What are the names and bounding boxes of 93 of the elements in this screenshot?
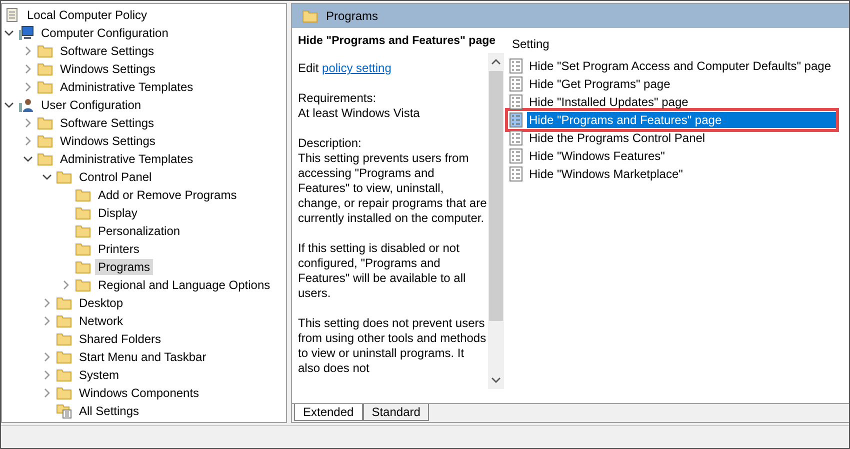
setting-icon [508,130,524,146]
collapse-chevron-icon[interactable] [23,154,33,164]
edit-label: Edit [298,61,319,75]
scroll-down-icon[interactable] [491,375,501,385]
tree-item[interactable]: Software Settings [57,43,158,59]
collapse-chevron-icon[interactable] [4,28,14,38]
expand-chevron-icon[interactable] [23,82,33,92]
tree-item[interactable]: Personalization [95,223,184,239]
setting-icon [508,94,524,110]
collapse-chevron-icon[interactable] [4,100,14,110]
folder-icon [75,277,91,293]
tree-item[interactable]: Computer Configuration [38,25,172,41]
folder-icon [75,205,91,221]
expand-chevron-icon[interactable] [23,136,33,146]
view-tab[interactable]: Standard [362,404,430,421]
policy-setting-link[interactable]: policy setting [322,61,392,75]
tree-item[interactable]: All Settings [76,403,142,419]
expand-chevron-icon[interactable] [42,316,52,326]
setting-icon [508,112,524,128]
description-paragraph: This setting prevents users from accessing "Programs and Features" to view, uninstall, change, or repair programs that are currently installed on the computer. [298,151,488,226]
setting-icon [508,148,524,164]
setting-item[interactable]: Hide "Windows Features" [527,148,849,164]
column-header[interactable]: Setting [508,34,849,57]
expand-chevron-icon[interactable] [23,118,33,128]
setting-item[interactable]: Hide "Windows Marketplace" [527,166,849,182]
tree-item[interactable]: Software Settings [57,115,158,131]
expand-chevron-icon[interactable] [23,64,33,74]
setting-icon [508,76,524,92]
folder-icon [37,61,53,77]
folder-icon [37,43,53,59]
expand-chevron-icon[interactable] [42,352,52,362]
tree-item[interactable]: Regional and Language Options [95,277,274,293]
description-paragraph: If this setting is disabled or not configured, "Programs and Features" will be available to all users. [298,241,467,301]
folder-icon [75,259,91,275]
folder-icon [37,79,53,95]
folder-icon [56,313,72,329]
description-paragraph: This setting does not prevent users from using other tools and methods to view or uninstall programs. It also does not [298,316,488,376]
tree-item[interactable]: Start Menu and Taskbar [76,349,210,365]
view-tab[interactable]: Extended [294,404,363,421]
scroll-icon [4,7,20,23]
user-icon [18,97,34,113]
folder-icon [75,223,91,239]
requirements-text: At least Windows Vista [298,106,421,121]
settings-list-icon [56,403,72,419]
folder-icon [37,151,53,167]
folder-icon [37,115,53,131]
tree-item[interactable]: Shared Folders [76,331,164,347]
tree-item[interactable]: Desktop [76,295,126,311]
scroll-up-icon[interactable] [491,57,501,67]
setting-item[interactable]: Hide "Get Programs" page [527,76,849,92]
description-label: Description: [298,136,362,151]
tree-item[interactable]: Control Panel [76,169,155,185]
setting-item[interactable]: Hide the Programs Control Panel [527,130,849,146]
tree-item[interactable]: System [76,367,122,383]
tree-item[interactable]: Windows Settings [57,133,158,149]
folder-icon [56,169,72,185]
expand-chevron-icon[interactable] [23,46,33,56]
collapse-chevron-icon[interactable] [42,172,52,182]
tree-item[interactable]: User Configuration [38,97,144,113]
scrollbar-thumb[interactable] [489,71,503,321]
folder-icon [56,385,72,401]
setting-icon [508,166,524,182]
tree-item[interactable]: Administrative Templates [57,79,196,95]
setting-item[interactable]: Hide "Installed Updates" page [527,94,849,110]
expand-chevron-icon[interactable] [42,388,52,398]
scrollbar[interactable] [488,53,504,389]
header-title: Programs [326,9,378,23]
tree-item[interactable]: Printers [95,241,142,257]
expand-chevron-icon[interactable] [42,370,52,380]
folder-icon [75,187,91,203]
folder-icon [56,331,72,347]
folder-icon [56,367,72,383]
folder-icon [56,295,72,311]
folder-icon [75,241,91,257]
expand-chevron-icon[interactable] [42,298,52,308]
folder-icon [37,133,53,149]
expand-chevron-icon[interactable] [61,280,71,290]
setting-item[interactable]: Hide "Set Program Access and Computer Defaults" page [527,58,849,74]
requirements-label: Requirements: [298,91,378,106]
tree-item[interactable]: Administrative Templates [57,151,196,167]
tree-item[interactable]: Network [76,313,126,329]
setting-item[interactable]: Hide "Programs and Features" page [527,112,836,128]
tree-item[interactable]: Windows Settings [57,61,158,77]
setting-icon [508,58,524,74]
tree-item[interactable]: Display [95,205,140,221]
folder-icon [302,8,318,24]
tree-item[interactable]: Add or Remove Programs [95,187,240,203]
tree-item[interactable]: Windows Components [76,385,202,401]
tree-item[interactable]: Programs [95,259,154,275]
computer-icon [18,25,34,41]
folder-icon [56,349,72,365]
tree-item[interactable]: Local Computer Policy [24,7,150,23]
setting-title: Hide "Programs and Features" page [297,34,497,49]
